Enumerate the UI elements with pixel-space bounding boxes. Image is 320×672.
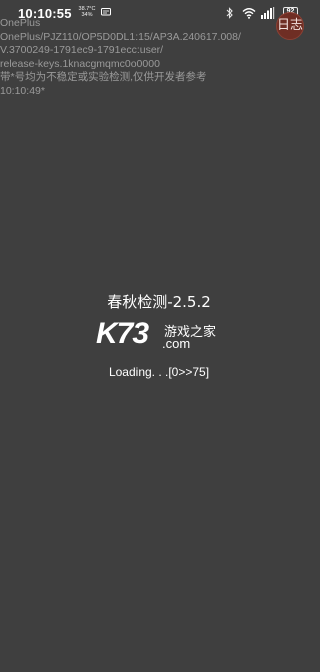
device-info-line: OnePlus/PJZ110/OP5D0DL1:15/AP3A.240617.0… bbox=[0, 30, 241, 43]
loading-status: Loading. . .[0>>75] bbox=[108, 365, 210, 379]
watermark-logo: K73 游戏之家 .com bbox=[96, 317, 226, 355]
watermark-domain: .com bbox=[162, 336, 191, 351]
device-info-overlay: OnePlus OnePlus/PJZ110/OP5D0DL1:15/AP3A.… bbox=[0, 17, 318, 98]
watermark-brand: K73 bbox=[96, 317, 149, 350]
device-info-line: 带*号均为不稳定或实验检测,仅供开发者参考 bbox=[0, 71, 207, 83]
device-info-line: V.3700249-1791ec9-1791ecc:user/ bbox=[0, 44, 164, 56]
message-icon bbox=[101, 8, 111, 16]
app-title: 春秋检测-2.5.2 bbox=[107, 293, 211, 311]
device-info-line: OnePlus bbox=[0, 17, 41, 29]
device-info-line: release-keys.1knacgmqmc0o0000 bbox=[0, 57, 160, 70]
device-info-line: 10:10:49* bbox=[0, 84, 45, 97]
